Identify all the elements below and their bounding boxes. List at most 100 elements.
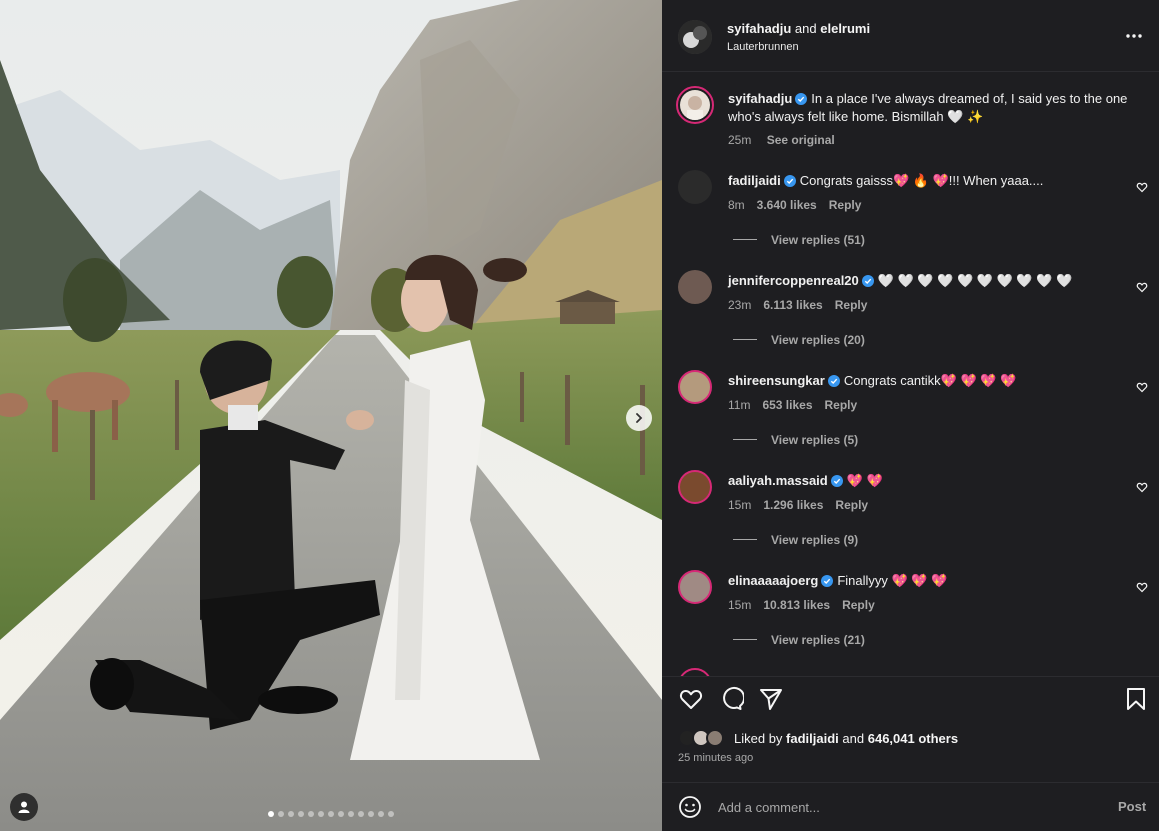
comment-reply-button[interactable]: Reply (842, 598, 875, 612)
comment-time[interactable]: 8m (728, 198, 745, 212)
comment-input[interactable] (718, 797, 1078, 817)
divider (662, 676, 1159, 677)
comment-time[interactable]: 23m (728, 298, 751, 312)
view-replies-button[interactable]: View replies (21) (733, 633, 865, 647)
comment-reply-button[interactable]: Reply (835, 498, 868, 512)
post-details-panel: syifahadju and elelrumi Lauterbrunnen sy… (662, 0, 1159, 831)
comment-like-heart-icon[interactable] (1136, 481, 1148, 493)
comment-avatar[interactable] (678, 668, 712, 676)
comment-username[interactable]: shireensungkar (728, 373, 825, 388)
post-timestamp[interactable]: 25 minutes ago (678, 752, 753, 764)
comment-likes[interactable]: 1.296 likes (763, 498, 823, 512)
comment-like-heart-icon[interactable] (1136, 381, 1148, 393)
comment-time[interactable]: 11m (728, 398, 750, 412)
tagged-users-button[interactable] (10, 793, 38, 821)
replies-line (733, 439, 757, 440)
emoji-icon[interactable] (678, 795, 702, 819)
post-location[interactable]: Lauterbrunnen (727, 41, 799, 53)
save-bookmark-icon[interactable] (1123, 686, 1149, 712)
verified-badge-icon (861, 275, 874, 287)
view-replies-button[interactable]: View replies (9) (733, 533, 858, 547)
comment-username[interactable]: elinaaaaajoerg (728, 573, 818, 588)
comment-avatar[interactable] (678, 570, 712, 604)
post-header: syifahadju and elelrumi Lauterbrunnen (662, 0, 1159, 72)
user-icon (18, 801, 30, 813)
caption-username[interactable]: syifahadju (728, 91, 792, 106)
chevron-right-icon (636, 413, 643, 423)
comment-username[interactable]: fadiljaidi (728, 173, 781, 188)
carousel-dot (338, 811, 344, 817)
comment-reply-button[interactable]: Reply (835, 298, 868, 312)
replies-line (733, 339, 757, 340)
comment-text: jennifercoppenreal20 🤍 🤍 🤍 🤍 🤍 🤍 🤍 🤍 🤍 🤍 (728, 272, 1128, 290)
post-actions (662, 686, 1159, 716)
like-heart-icon[interactable] (678, 686, 704, 712)
comment-meta: 23m 6.113 likes Reply (728, 298, 879, 312)
post-comment-button[interactable]: Post (1118, 799, 1146, 814)
liker-username[interactable]: fadiljaidi (786, 731, 839, 746)
carousel-dot (308, 811, 314, 817)
more-options-icon[interactable] (1124, 28, 1144, 44)
see-original-button[interactable]: See original (767, 133, 835, 147)
comment-reply-button[interactable]: Reply (825, 398, 858, 412)
author-link[interactable]: syifahadju (727, 21, 791, 36)
comment-body: Finallyyy 💖 💖 💖 (837, 573, 948, 588)
view-replies-label: View replies (9) (771, 533, 859, 547)
author-avatar[interactable] (678, 20, 712, 54)
comment-avatar[interactable] (678, 170, 712, 204)
verified-badge-icon (830, 475, 843, 487)
comment-meta: 15m 1.296 likes Reply (728, 498, 880, 512)
carousel-dot (268, 811, 274, 817)
caption-meta: 25m See original (728, 133, 847, 147)
likes-text: Liked by fadiljaidi and 646,041 others (734, 731, 958, 746)
post-authors: syifahadju and elelrumi (727, 21, 870, 36)
likes-summary: Liked by fadiljaidi and 646,041 others (678, 727, 958, 749)
comment-avatar[interactable] (678, 270, 712, 304)
comment-meta: 11m 653 likes Reply (728, 398, 869, 412)
authors-conjunction: and (794, 21, 817, 36)
verified-badge-icon (795, 93, 808, 105)
liker-avatar (706, 729, 724, 747)
comment-text: fadiljaidi Congrats gaisss💖 🔥 💖!!! When y… (728, 172, 1128, 190)
comment-likes[interactable]: 3.640 likes (757, 198, 817, 212)
view-replies-label: View replies (5) (771, 433, 859, 447)
post-photo[interactable] (0, 0, 662, 831)
carousel-dot (348, 811, 354, 817)
view-replies-button[interactable]: View replies (5) (733, 433, 858, 447)
comment-avatar[interactable] (678, 370, 712, 404)
comment-text: shireensungkar Congrats cantikk💖 💖 💖 💖 (728, 372, 1128, 390)
view-replies-label: View replies (51) (771, 233, 865, 247)
carousel-dot (298, 811, 304, 817)
likes-conjunction: and (842, 730, 865, 746)
comment-avatar[interactable] (678, 470, 712, 504)
carousel-dot (358, 811, 364, 817)
comment-meta: 15m 10.813 likes Reply (728, 598, 887, 612)
coauthor-link[interactable]: elelrumi (820, 21, 870, 36)
comment-meta: 8m 3.640 likes Reply (728, 198, 873, 212)
carousel-dot (288, 811, 294, 817)
view-replies-button[interactable]: View replies (51) (733, 233, 865, 247)
comment-username[interactable]: jennifercoppenreal20 (728, 273, 859, 288)
caption-avatar[interactable] (676, 86, 714, 124)
comment-username[interactable]: aaliyah.massaid (728, 473, 828, 488)
comment-like-heart-icon[interactable] (1136, 181, 1148, 193)
comment-like-heart-icon[interactable] (1136, 581, 1148, 593)
comment-time[interactable]: 15m (728, 498, 751, 512)
proposal-photo-image (0, 0, 662, 831)
comment-likes[interactable]: 10.813 likes (763, 598, 830, 612)
carousel-next-button[interactable] (626, 405, 652, 431)
comment-time[interactable]: 15m (728, 598, 751, 612)
carousel-dot (318, 811, 324, 817)
comment-likes[interactable]: 6.113 likes (763, 298, 822, 312)
share-send-icon[interactable] (758, 686, 784, 712)
verified-badge-icon (783, 175, 796, 187)
comment-bubble-icon[interactable] (718, 686, 744, 712)
comment-body: 🤍 🤍 🤍 🤍 🤍 🤍 🤍 🤍 🤍 🤍 (877, 273, 1073, 288)
comment-likes[interactable]: 653 likes (762, 398, 812, 412)
comment-reply-button[interactable]: Reply (829, 198, 862, 212)
likers-avatars[interactable] (678, 727, 732, 749)
caption-time[interactable]: 25m (728, 133, 751, 147)
likes-others-link[interactable]: 646,041 others (868, 731, 958, 746)
view-replies-button[interactable]: View replies (20) (733, 333, 865, 347)
comment-like-heart-icon[interactable] (1136, 281, 1148, 293)
